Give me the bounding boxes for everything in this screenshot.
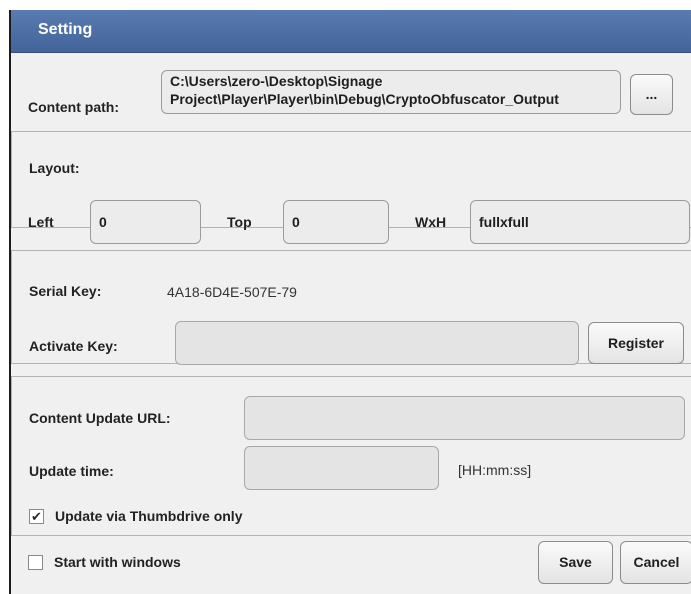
- content-path-value: C:\Users\zero-\Desktop\Signage Project\P…: [170, 73, 559, 107]
- content-path-label: Content path:: [28, 99, 119, 115]
- title-bar: Setting: [11, 10, 691, 53]
- license-group: Serial Key: 4A18-6D4E-507E-79 Activate K…: [11, 250, 691, 365]
- register-button[interactable]: Register: [588, 322, 684, 364]
- size-input[interactable]: fullxfull: [470, 200, 690, 244]
- update-time-label: Update time:: [29, 463, 114, 479]
- serial-key-value: 4A18-6D4E-507E-79: [167, 284, 297, 300]
- top-input[interactable]: 0: [283, 200, 389, 244]
- thumbdrive-only-label: Update via Thumbdrive only: [55, 508, 243, 524]
- content-path-input[interactable]: C:\Users\zero-\Desktop\Signage Project\P…: [161, 70, 621, 114]
- serial-key-label: Serial Key:: [29, 283, 102, 299]
- size-value: fullxfull: [479, 214, 529, 230]
- top-label: Top: [227, 214, 252, 230]
- top-value: 0: [292, 214, 300, 230]
- left-value: 0: [99, 214, 107, 230]
- activate-key-input[interactable]: [175, 321, 579, 365]
- size-label: WxH: [415, 214, 447, 230]
- activate-key-label: Activate Key:: [29, 338, 118, 354]
- start-with-windows-label: Start with windows: [54, 554, 181, 570]
- update-group: Content Update URL: Update time: [HH:mm:…: [11, 376, 691, 536]
- save-button[interactable]: Save: [538, 541, 613, 584]
- start-with-windows-checkbox[interactable]: [28, 555, 43, 570]
- left-label: Left: [28, 214, 54, 230]
- settings-window: Setting Content path: C:\Users\zero-\Des…: [9, 10, 691, 594]
- thumbdrive-only-checkbox[interactable]: ✔: [29, 509, 44, 524]
- cancel-button[interactable]: Cancel: [620, 541, 691, 584]
- window-title: Setting: [38, 21, 93, 38]
- update-time-format-hint: [HH:mm:ss]: [458, 462, 532, 478]
- browse-button[interactable]: ...: [630, 74, 673, 115]
- layout-group: Layout: Left 0 Top 0 WxH fullxfull: [11, 131, 691, 244]
- layout-heading: Layout:: [29, 160, 80, 176]
- content-update-url-label: Content Update URL:: [29, 410, 171, 426]
- update-time-input[interactable]: [244, 446, 439, 490]
- left-input[interactable]: 0: [90, 200, 201, 244]
- content-update-url-input[interactable]: [244, 396, 685, 440]
